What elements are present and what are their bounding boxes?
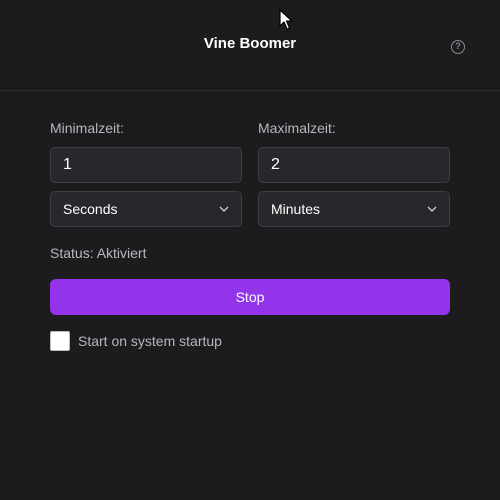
max-unit-value: Minutes — [271, 201, 321, 217]
chevron-down-icon — [427, 206, 437, 212]
stop-button[interactable]: Stop — [50, 279, 450, 315]
max-time-label: Maximalzeit: — [258, 120, 336, 136]
mouse-pointer-icon — [279, 9, 293, 30]
header: Vine Boomer ? — [0, 0, 500, 91]
startup-checkbox[interactable] — [50, 331, 70, 351]
min-unit-value: Seconds — [63, 201, 118, 217]
max-unit-select[interactable]: Minutes — [258, 191, 450, 227]
app-window: Vine Boomer ? Minimalzeit: Maximalzeit: … — [0, 0, 500, 500]
status-text: Status: Aktiviert — [50, 245, 147, 261]
max-time-input[interactable]: 2 — [258, 147, 450, 183]
help-icon[interactable]: ? — [451, 40, 465, 54]
startup-checkbox-label[interactable]: Start on system startup — [78, 333, 222, 349]
min-time-label: Minimalzeit: — [50, 120, 124, 136]
min-time-input[interactable]: 1 — [50, 147, 242, 183]
chevron-down-icon — [219, 206, 229, 212]
min-unit-select[interactable]: Seconds — [50, 191, 242, 227]
app-title: Vine Boomer — [203, 35, 297, 52]
